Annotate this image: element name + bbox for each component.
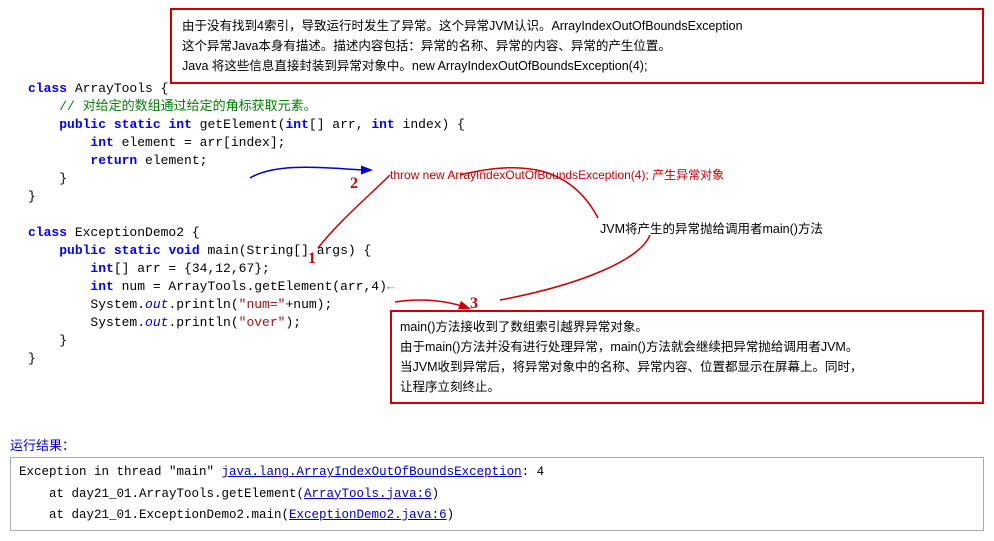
arrow-label-2: 2 [350,175,358,193]
code-line-2: // 对给定的数组通过给定的角标获取元素。 [28,98,984,116]
main-annotation-box: main()方法接收到了数组索引越界异常对象。 由于main()方法并没有进行处… [390,310,984,404]
output-at2-prefix: at day21_01.ExceptionDemo2.main( [49,508,289,522]
jvm-annotation: JVM将产生的异常抛给调用者main()方法 [600,218,823,237]
output-section: 运行结果： Exception in thread "main" java.la… [10,435,984,531]
main-ann-line2: 由于main()方法并没有进行处理异常，main()方法就会继续把异常抛给调用者… [400,337,974,357]
output-at2-link[interactable]: ExceptionDemo2.java:6 [289,508,447,522]
code-line-9: public static void main(String[] args) { [28,242,984,260]
output-at1-prefix: at day21_01.ArrayTools.getElement( [49,487,304,501]
main-ann-line4: 让程序立刻终止。 [400,377,974,397]
code-line-11: int num = ArrayTools.getElement(arr,4)← [28,278,984,296]
output-line-3: at day21_01.ExceptionDemo2.main(Exceptio… [19,505,975,526]
code-line-10: int[] arr = {34,12,67}; [28,260,984,278]
output-box: Exception in thread "main" java.lang.Arr… [10,457,984,531]
output-line-1: Exception in thread "main" java.lang.Arr… [19,462,975,483]
top-annotation-box: 由于没有找到4索引，导致运行时发生了异常。这个异常JVM认识。ArrayInde… [170,8,984,84]
arrow-label-1: 1 [308,250,316,268]
code-line-7: } [28,188,984,206]
arrow-label-3: 3 [470,295,478,313]
top-annotation-line2: 这个异常Java本身有描述。描述内容包括：异常的名称、异常的内容、异常的产生位置… [182,36,972,56]
code-line-3: public static int getElement(int[] arr, … [28,116,984,134]
output-at1-link[interactable]: ArrayTools.java:6 [304,487,432,501]
output-line-2: at day21_01.ArrayTools.getElement(ArrayT… [19,484,975,505]
output-at1-suffix: ) [432,487,440,501]
code-line-blank [28,206,984,224]
code-line-4: int element = arr[index]; [28,134,984,152]
top-annotation-line1: 由于没有找到4索引，导致运行时发生了异常。这个异常JVM认识。ArrayInde… [182,16,972,36]
main-ann-line1: main()方法接收到了数组索引越界异常对象。 [400,317,974,337]
output-at2-suffix: ) [447,508,455,522]
output-label: 运行结果： [10,435,984,454]
top-annotation-line3: Java 将这些信息直接封装到异常对象中。new ArrayIndexOutOf… [182,56,972,76]
output-exception-prefix: Exception in thread "main" [19,465,222,479]
main-container: class ArrayTools { // 对给定的数组通过给定的角标获取元素。… [0,0,994,541]
main-ann-line3: 当JVM收到异常后，将异常对象中的名称、异常内容、位置都显示在屏幕上。同时， [400,357,974,377]
throw-annotation: throw new ArrayIndexOutOfBoundsException… [390,166,724,183]
output-exception-link[interactable]: java.lang.ArrayIndexOutOfBoundsException [222,465,522,479]
code-line-8: class ExceptionDemo2 { [28,224,984,242]
output-exception-suffix: : 4 [522,465,545,479]
